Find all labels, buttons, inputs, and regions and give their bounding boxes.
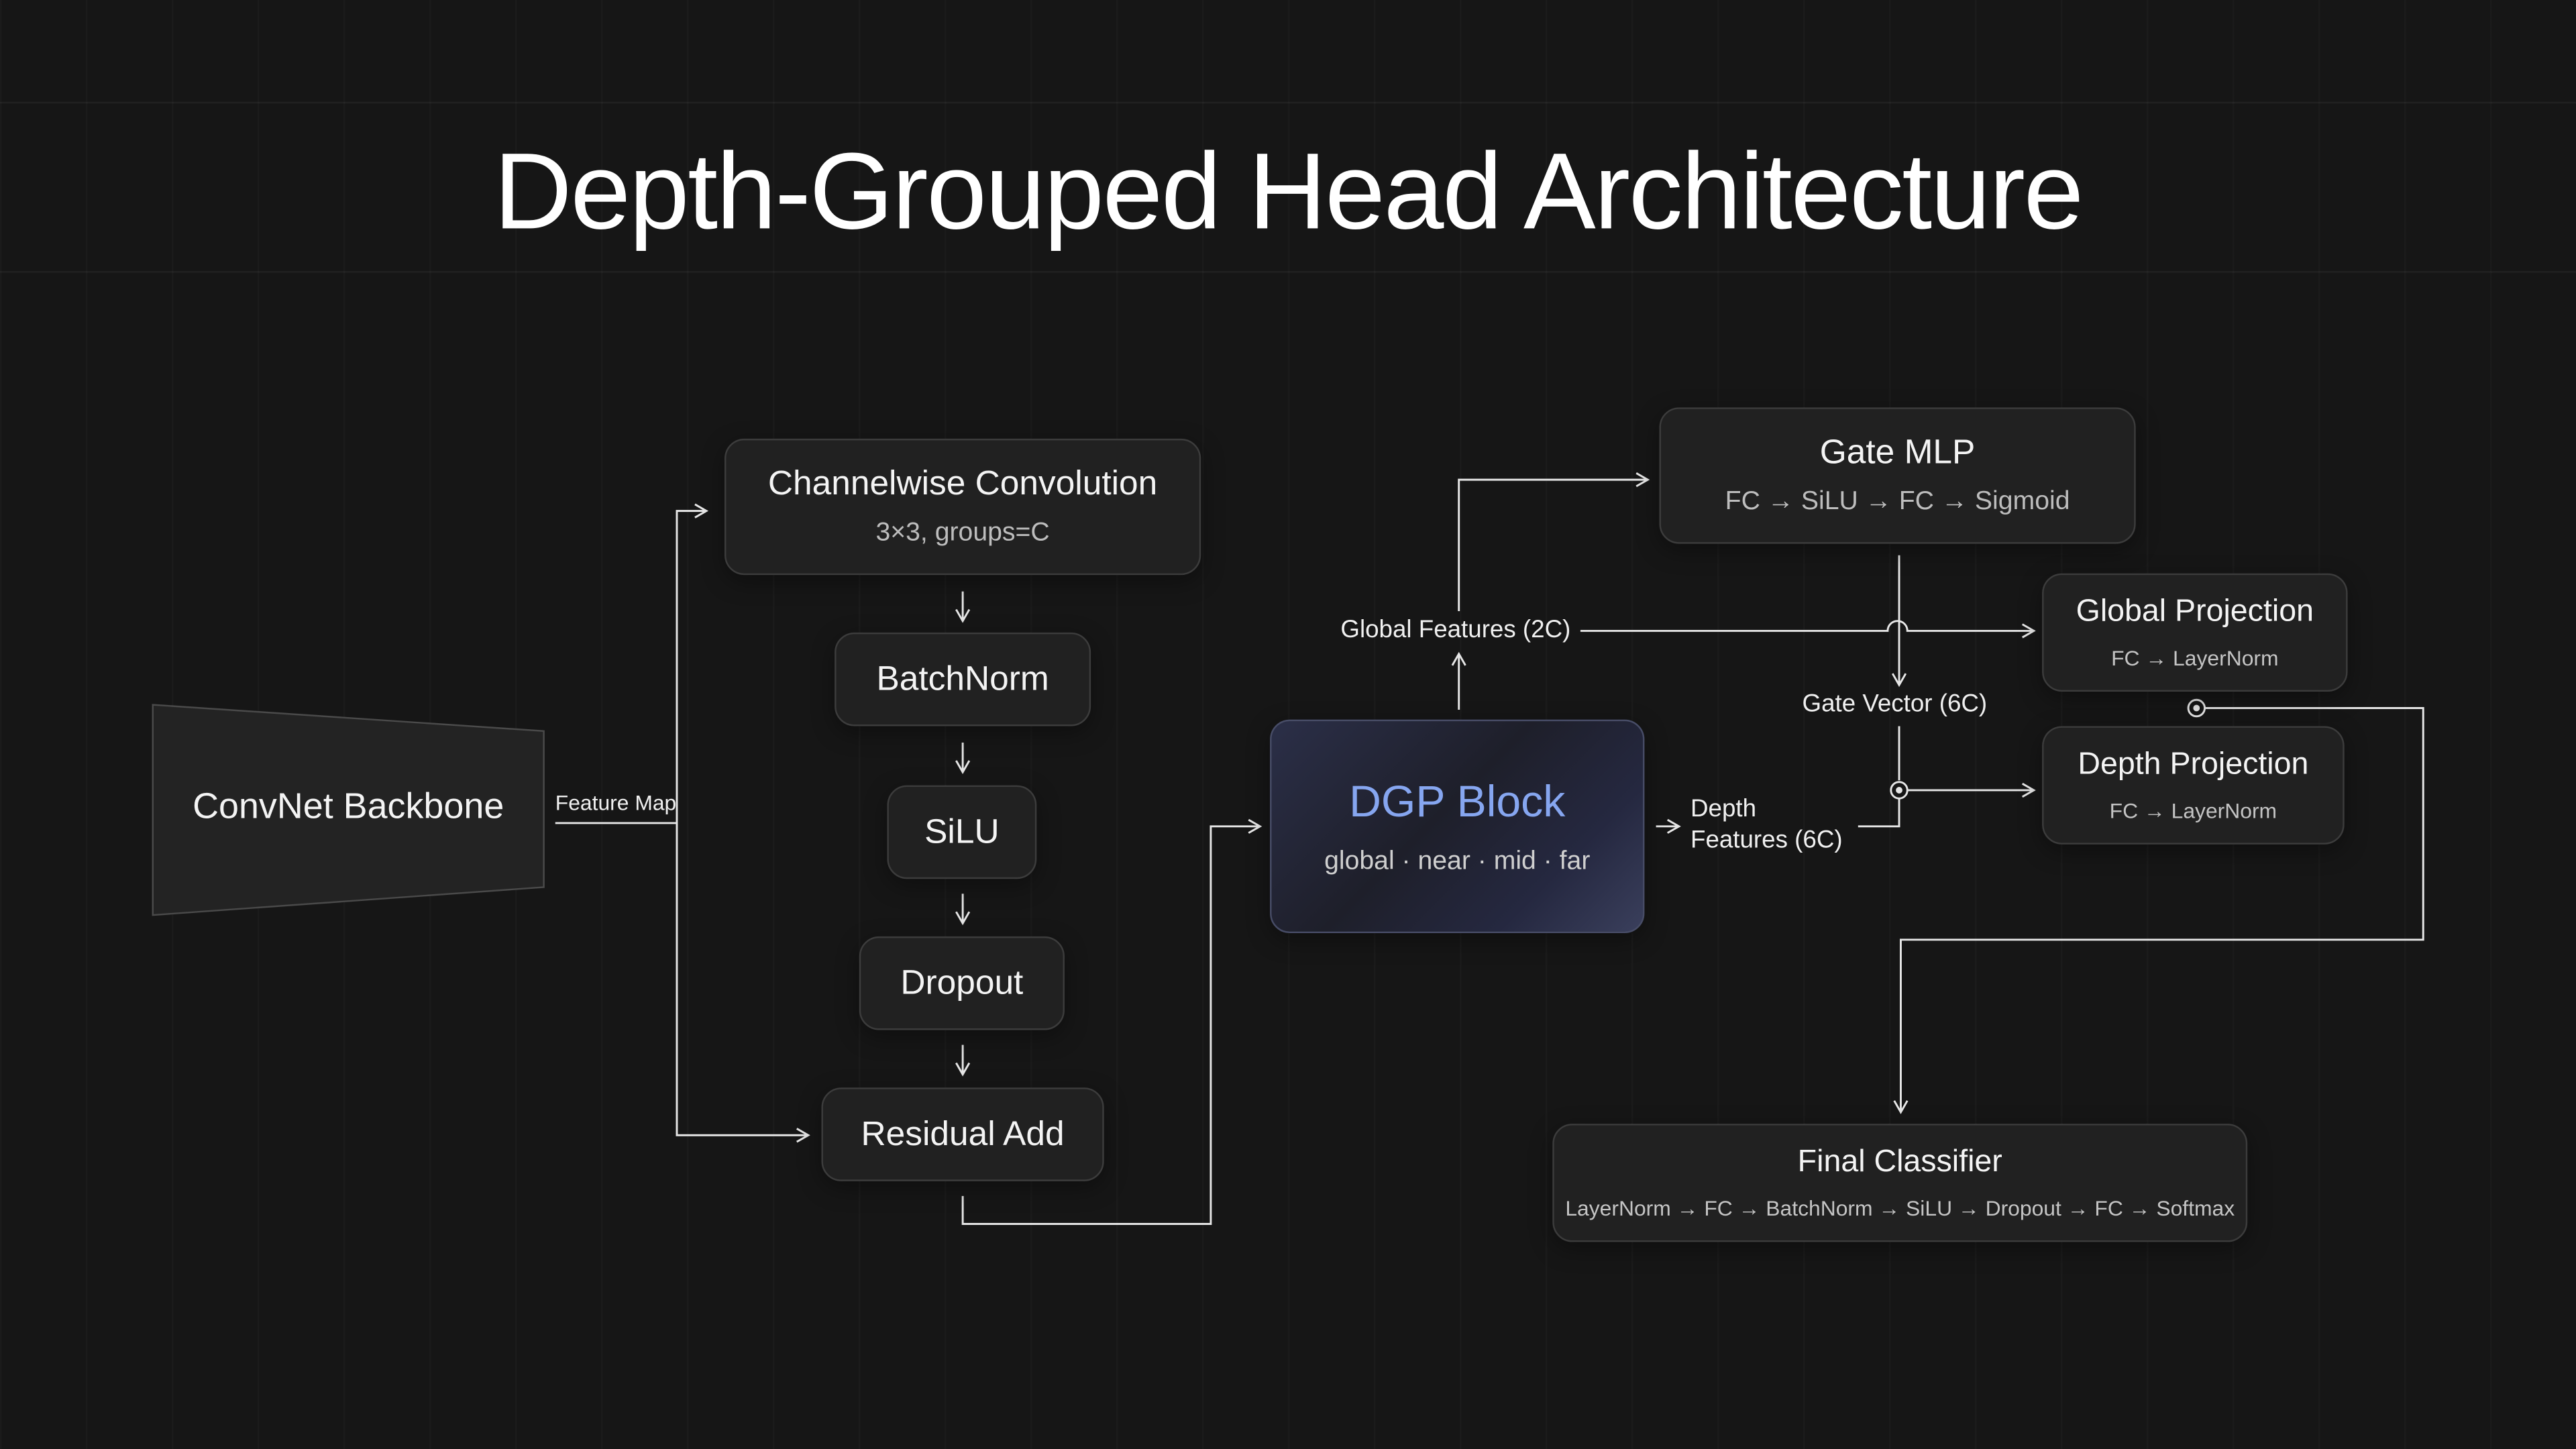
wire-to-conv xyxy=(676,503,709,823)
wire-skip-to-residual xyxy=(676,822,810,1143)
depth-projection-sub: FC → LayerNorm xyxy=(2109,798,2277,823)
dgp-block-sub: global · near · mid · far xyxy=(1324,847,1591,875)
residual-add-node: Residual Add xyxy=(821,1087,1104,1181)
wire-global-to-projection xyxy=(1580,620,2036,639)
multiply-node-gate xyxy=(1890,781,1909,800)
combine-node-projections xyxy=(2187,698,2206,718)
residual-add-title: Residual Add xyxy=(861,1114,1065,1152)
depth-features-label-line2: Features (6C) xyxy=(1690,826,1843,855)
dgp-block-title: DGP Block xyxy=(1349,776,1566,826)
gate-mlp-sub: FC → SiLU → FC → Sigmoid xyxy=(1725,488,2070,516)
final-classifier-title: Final Classifier xyxy=(1797,1144,2002,1180)
channelwise-convolution-node: Channelwise Convolution 3×3, groups=C xyxy=(724,438,1201,576)
silu-node: SiLU xyxy=(887,785,1037,879)
feature-map-label: Feature Map xyxy=(555,790,677,815)
depth-projection-title: Depth Projection xyxy=(2078,747,2309,782)
final-classifier-sub: LayerNorm → FC → BatchNorm → SiLU → Drop… xyxy=(1565,1195,2235,1221)
dropout-title: Dropout xyxy=(900,963,1024,1002)
depth-projection-node: Depth Projection FC → LayerNorm xyxy=(2042,726,2345,845)
gate-mlp-node: Gate MLP FC → SiLU → FC → Sigmoid xyxy=(1659,407,2136,544)
diagram-canvas: Depth-Grouped Head Architecture ConvNet … xyxy=(0,0,2576,1449)
wire-depth-features xyxy=(1858,798,1900,828)
channelwise-convolution-sub: 3×3, groups=C xyxy=(875,519,1050,547)
depth-features-label-line1: Depth xyxy=(1690,795,1757,823)
silu-title: SiLU xyxy=(924,812,1000,851)
dropout-node: Dropout xyxy=(859,936,1065,1030)
final-classifier-node: Final Classifier LayerNorm → FC → BatchN… xyxy=(1552,1124,2248,1242)
dgp-block-node: DGP Block global · near · mid · far xyxy=(1270,719,1645,934)
gate-vector-label: Gate Vector (6C) xyxy=(1802,690,1988,718)
gate-mlp-title: Gate MLP xyxy=(1819,433,1976,472)
batchnorm-title: BatchNorm xyxy=(876,659,1049,698)
channelwise-convolution-title: Channelwise Convolution xyxy=(767,465,1158,503)
global-features-label: Global Features (2C) xyxy=(1340,616,1571,644)
global-projection-node: Global Projection FC → LayerNorm xyxy=(2042,573,2348,692)
global-projection-sub: FC → LayerNorm xyxy=(2111,645,2279,671)
batchnorm-node: BatchNorm xyxy=(835,632,1091,727)
global-projection-title: Global Projection xyxy=(2076,594,2314,629)
backbone-label: ConvNet Backbone xyxy=(193,785,504,826)
wire-to-gate-mlp xyxy=(1458,472,1650,612)
